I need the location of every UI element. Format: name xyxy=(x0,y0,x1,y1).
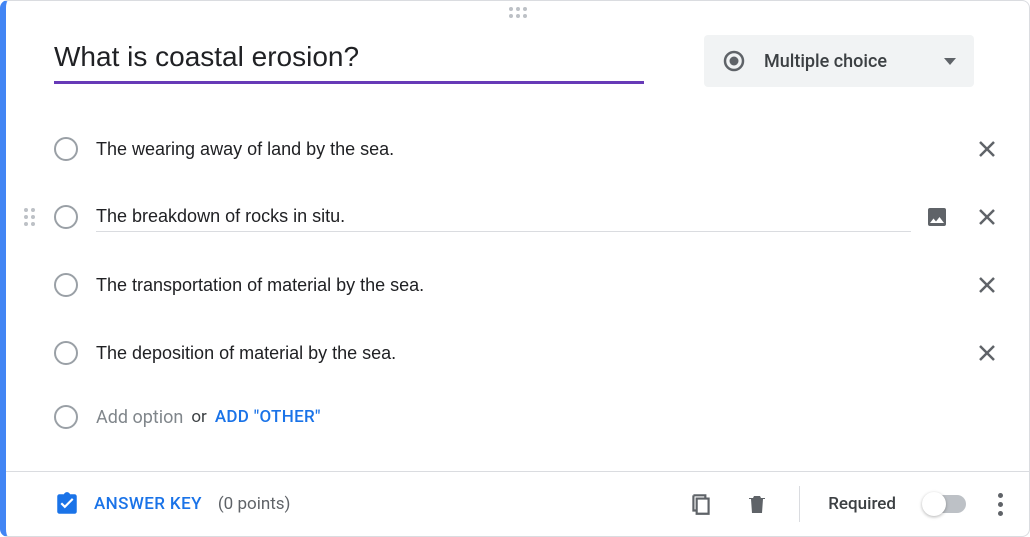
answer-key-icon xyxy=(54,491,80,517)
or-text: or xyxy=(191,407,206,427)
option-text-input[interactable] xyxy=(96,135,911,164)
option-row xyxy=(54,115,1001,183)
question-type-select[interactable]: Multiple choice xyxy=(704,35,974,87)
required-toggle[interactable] xyxy=(924,495,966,513)
add-image-icon[interactable] xyxy=(923,203,951,231)
delete-button[interactable] xyxy=(743,490,771,518)
radio-icon xyxy=(54,341,78,365)
option-row xyxy=(54,319,1001,387)
radio-icon xyxy=(54,273,78,297)
add-other-button[interactable]: ADD "OTHER" xyxy=(215,407,321,427)
question-title-input[interactable] xyxy=(54,35,644,84)
card-drag-handle[interactable] xyxy=(509,7,527,18)
divider xyxy=(799,486,800,522)
answer-key-button[interactable]: ANSWER KEY (0 points) xyxy=(54,491,290,517)
radio-icon xyxy=(54,205,78,229)
footer-actions: Required xyxy=(687,486,1007,522)
add-option-row: Add option or ADD "OTHER" xyxy=(54,387,1001,447)
add-option-button[interactable]: Add option xyxy=(96,407,183,428)
chevron-down-icon xyxy=(944,58,956,65)
duplicate-button[interactable] xyxy=(687,490,715,518)
answer-key-points: (0 points) xyxy=(218,494,291,514)
radio-icon xyxy=(54,405,78,429)
option-text-input[interactable] xyxy=(96,202,911,232)
answer-key-label: ANSWER KEY xyxy=(94,494,202,514)
remove-option-button[interactable] xyxy=(973,339,1001,367)
option-row xyxy=(54,183,1001,251)
option-row xyxy=(54,251,1001,319)
option-text-input[interactable] xyxy=(96,339,911,368)
remove-option-button[interactable] xyxy=(973,203,1001,231)
more-options-button[interactable] xyxy=(994,489,1007,520)
remove-option-button[interactable] xyxy=(973,271,1001,299)
multiple-choice-icon xyxy=(722,49,746,73)
question-card: Multiple choice xyxy=(0,0,1030,537)
radio-icon xyxy=(54,137,78,161)
question-type-label: Multiple choice xyxy=(764,51,926,72)
question-footer: ANSWER KEY (0 points) Required xyxy=(6,471,1029,536)
option-text-input[interactable] xyxy=(96,271,911,300)
options-list: Add option or ADD "OTHER" xyxy=(6,87,1029,447)
remove-option-button[interactable] xyxy=(973,135,1001,163)
option-drag-handle[interactable] xyxy=(24,208,35,226)
required-label: Required xyxy=(828,494,896,514)
